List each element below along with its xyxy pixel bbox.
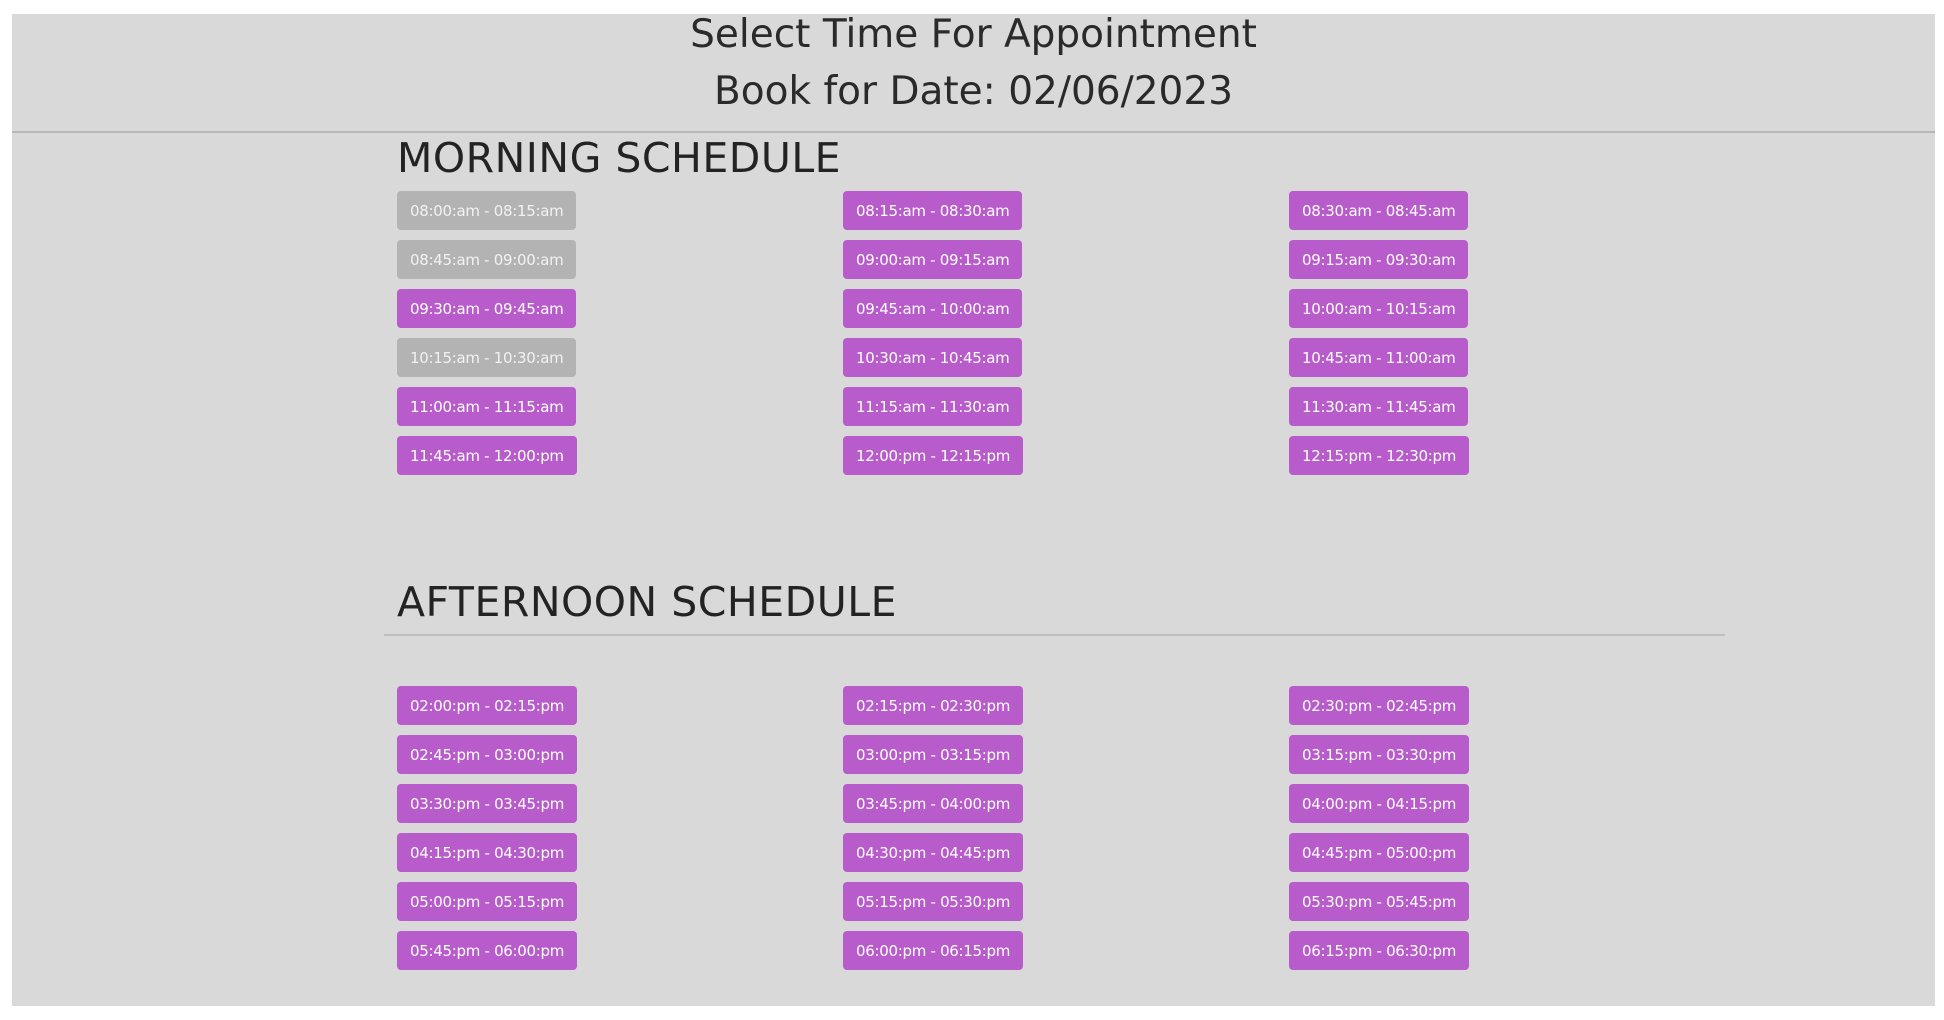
morning-time-slot-button[interactable]: 10:30:am - 10:45:am <box>843 338 1023 377</box>
morning-slot-grid: 08:00:am - 08:15:am 08:15:am - 08:30:am 08… <box>397 191 1735 485</box>
morning-time-slot-button[interactable]: 12:00:pm - 12:15:pm <box>843 436 1024 475</box>
afternoon-time-slot-button[interactable]: 05:30:pm - 05:45:pm <box>1289 882 1470 921</box>
morning-time-slot-button[interactable]: 11:00:am - 11:15:am <box>397 387 577 426</box>
page-title: Select Time For Appointment <box>690 12 1257 57</box>
morning-time-slot-button[interactable]: 09:00:am - 09:15:am <box>843 240 1023 279</box>
morning-time-slot-button[interactable]: 11:30:am - 11:45:am <box>1289 387 1469 426</box>
morning-time-slot-button[interactable]: 08:30:am - 08:45:am <box>1289 191 1469 230</box>
booking-date: Book for Date: 02/06/2023 <box>713 69 1234 114</box>
morning-time-slot-button: 08:45:am - 09:00:am <box>397 240 577 279</box>
afternoon-time-slot-button[interactable]: 02:15:pm - 02:30:pm <box>843 686 1024 725</box>
morning-time-slot-button[interactable]: 12:15:pm - 12:30:pm <box>1289 436 1470 475</box>
afternoon-slot-grid: 02:00:pm - 02:15:pm 02:15:pm - 02:30:pm 02… <box>397 686 1735 980</box>
morning-time-slot-button[interactable]: 11:45:am - 12:00:pm <box>397 436 577 475</box>
afternoon-time-slot-button[interactable]: 05:45:pm - 06:00:pm <box>397 931 578 970</box>
morning-schedule-heading: MORNING SCHEDULE <box>397 134 842 182</box>
afternoon-time-slot-button[interactable]: 03:30:pm - 03:45:pm <box>397 784 578 823</box>
afternoon-time-slot-button[interactable]: 02:45:pm - 03:00:pm <box>397 735 578 774</box>
afternoon-time-slot-button[interactable]: 06:00:pm - 06:15:pm <box>843 931 1024 970</box>
morning-time-slot-button[interactable]: 10:45:am - 11:00:am <box>1289 338 1469 377</box>
afternoon-time-slot-button[interactable]: 04:30:pm - 04:45:pm <box>843 833 1024 872</box>
morning-time-slot-button[interactable]: 11:15:am - 11:30:am <box>843 387 1023 426</box>
morning-time-slot-button[interactable]: 09:15:am - 09:30:am <box>1289 240 1469 279</box>
afternoon-time-slot-button[interactable]: 04:45:pm - 05:00:pm <box>1289 833 1470 872</box>
section-divider <box>384 634 1725 636</box>
afternoon-time-slot-button[interactable]: 03:00:pm - 03:15:pm <box>843 735 1024 774</box>
morning-time-slot-button[interactable]: 10:00:am - 10:15:am <box>1289 289 1469 328</box>
page-header: Select Time For Appointment Book for Dat… <box>12 14 1935 133</box>
afternoon-time-slot-button[interactable]: 04:00:pm - 04:15:pm <box>1289 784 1470 823</box>
morning-time-slot-button: 08:00:am - 08:15:am <box>397 191 577 230</box>
morning-time-slot-button[interactable]: 09:30:am - 09:45:am <box>397 289 577 328</box>
afternoon-time-slot-button[interactable]: 05:00:pm - 05:15:pm <box>397 882 578 921</box>
morning-time-slot-button[interactable]: 09:45:am - 10:00:am <box>843 289 1023 328</box>
afternoon-time-slot-button[interactable]: 03:45:pm - 04:00:pm <box>843 784 1024 823</box>
afternoon-time-slot-button[interactable]: 02:30:pm - 02:45:pm <box>1289 686 1470 725</box>
afternoon-time-slot-button[interactable]: 05:15:pm - 05:30:pm <box>843 882 1024 921</box>
afternoon-schedule-heading: AFTERNOON SCHEDULE <box>397 578 897 626</box>
afternoon-time-slot-button[interactable]: 03:15:pm - 03:30:pm <box>1289 735 1470 774</box>
morning-time-slot-button[interactable]: 08:15:am - 08:30:am <box>843 191 1023 230</box>
afternoon-time-slot-button[interactable]: 02:00:pm - 02:15:pm <box>397 686 578 725</box>
morning-time-slot-button: 10:15:am - 10:30:am <box>397 338 577 377</box>
afternoon-time-slot-button[interactable]: 06:15:pm - 06:30:pm <box>1289 931 1470 970</box>
afternoon-time-slot-button[interactable]: 04:15:pm - 04:30:pm <box>397 833 578 872</box>
